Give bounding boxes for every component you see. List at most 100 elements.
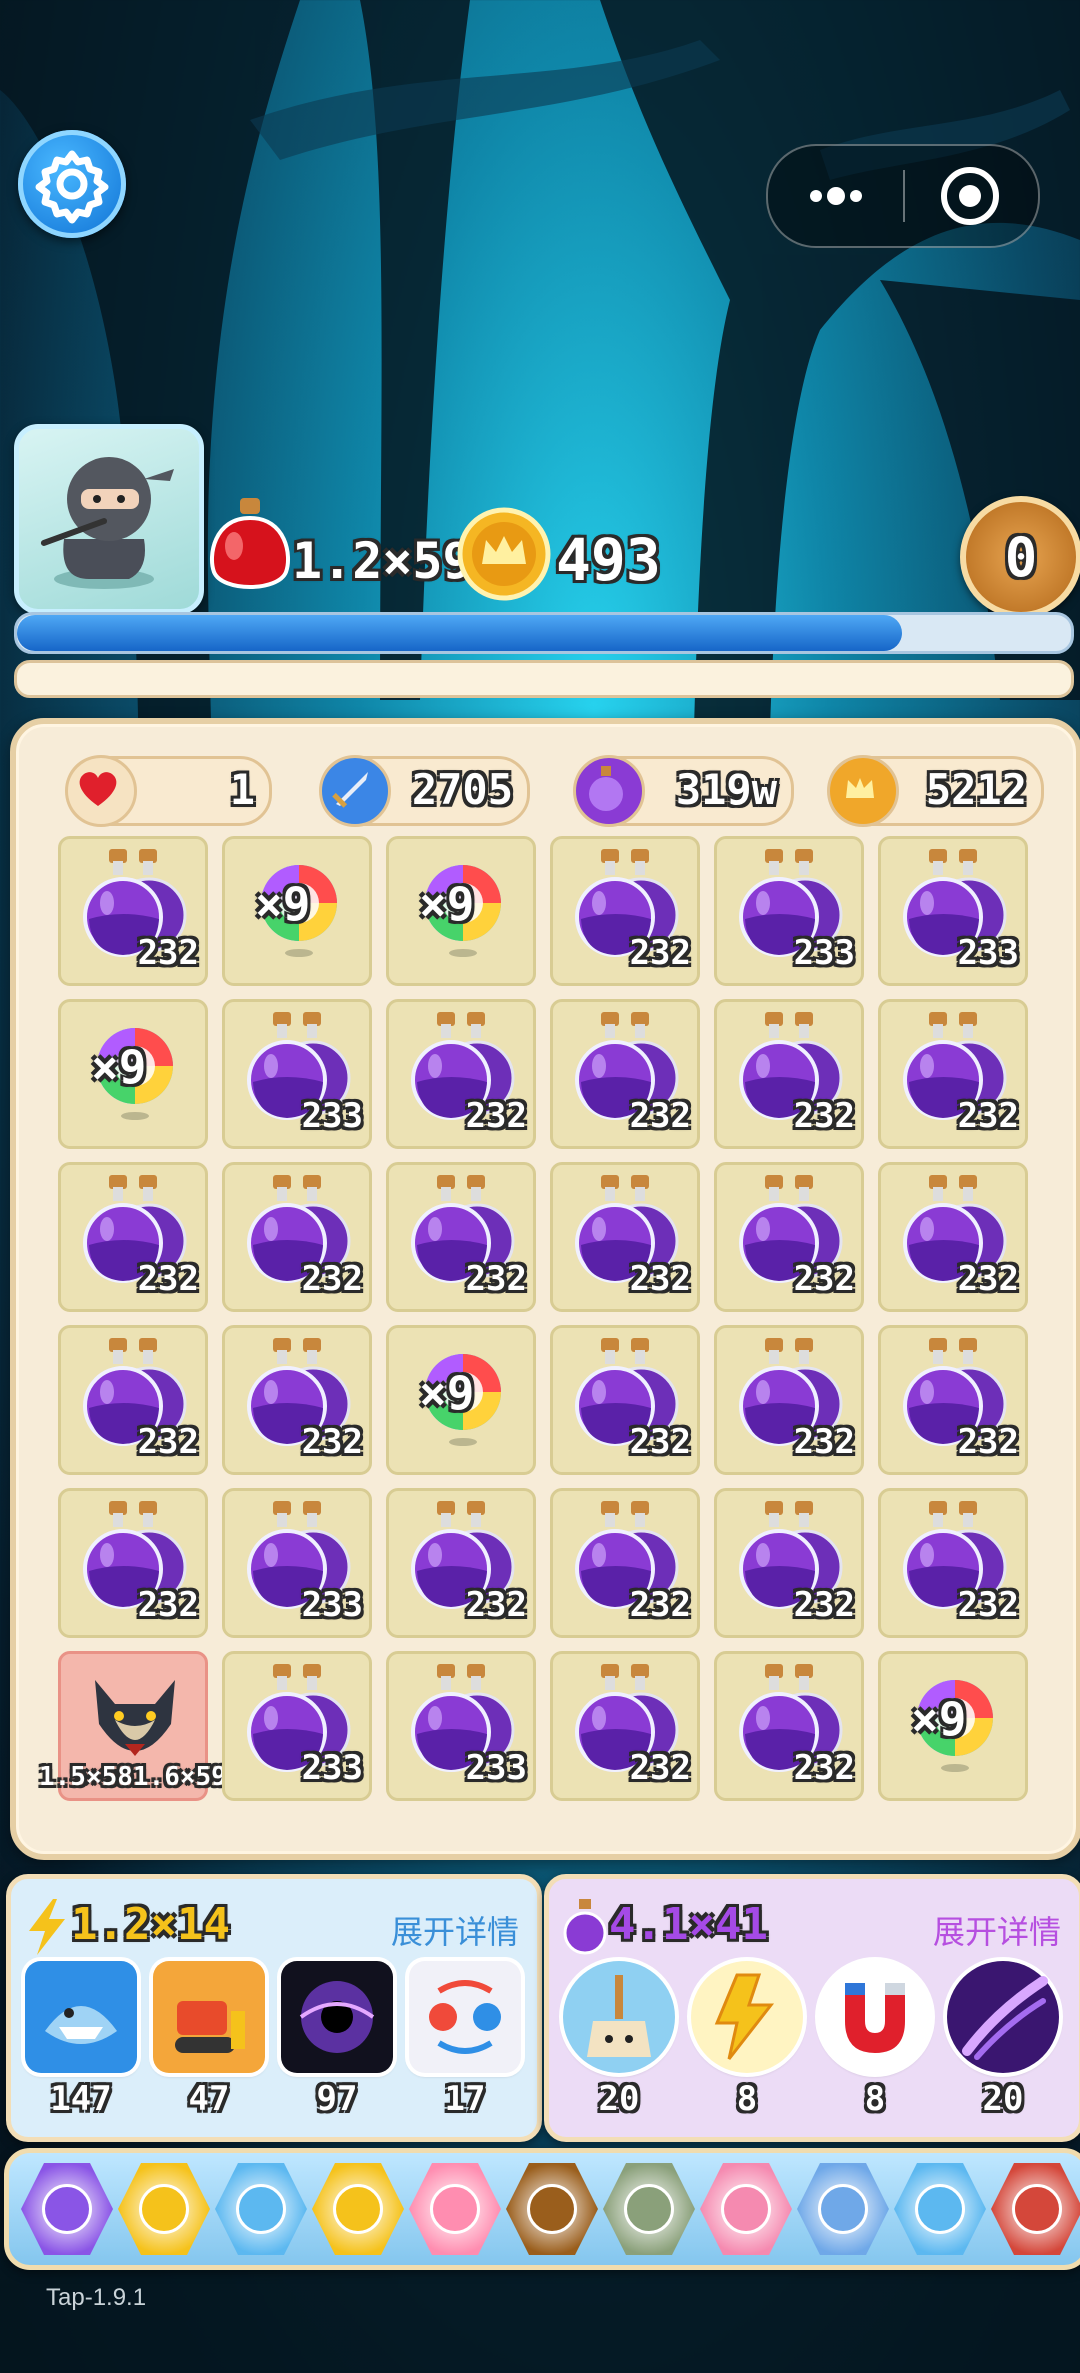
swap-skill-button[interactable] (409, 1961, 521, 2073)
multiplier-label: ×9 (419, 877, 475, 931)
potion-count: 233 (793, 933, 855, 973)
player-avatar[interactable] (14, 424, 204, 614)
skill-panel-right: 4.1×41 展开详情 20 8 8 20 (544, 1874, 1080, 2142)
gift-menu-button[interactable] (700, 2163, 792, 2255)
broom-skill-button[interactable] (563, 1961, 675, 2073)
atom-menu-button[interactable] (21, 2163, 113, 2255)
potion-cell[interactable]: 232 (878, 1325, 1028, 1475)
rainbow-cell[interactable]: ×9 (386, 1325, 536, 1475)
sword-icon (319, 755, 391, 827)
cross-menu-button[interactable] (506, 2163, 598, 2255)
exp-menu-button[interactable] (118, 2163, 210, 2255)
potion-cell[interactable]: 232 (58, 836, 208, 986)
rainbow-cell[interactable]: ×9 (386, 836, 536, 986)
potion-cell[interactable]: 232 (386, 1162, 536, 1312)
skill-count: 8 (864, 2079, 886, 2119)
potion-cell[interactable]: 232 (550, 836, 700, 986)
more-button[interactable] (804, 166, 868, 226)
small-potion-icon (561, 1897, 609, 1955)
cross-icon (527, 2184, 577, 2234)
swords-menu-button[interactable] (797, 2163, 889, 2255)
potion-count: 232 (629, 1096, 691, 1136)
potion-cell[interactable]: 232 (714, 999, 864, 1149)
energy-multiplier: 1.2×14 (71, 1899, 230, 1950)
potion-cell[interactable]: 232 (222, 1325, 372, 1475)
potion-count: 232 (301, 1259, 363, 1299)
warrior-menu-button[interactable] (991, 2163, 1080, 2255)
close-button[interactable] (938, 164, 1002, 228)
potion-cell[interactable]: 232 (714, 1162, 864, 1312)
potion-cell[interactable]: 232 (58, 1162, 208, 1312)
expand-details-left[interactable]: 展开详情 (391, 1907, 519, 1953)
potion-cell[interactable]: 232 (386, 999, 536, 1149)
bottom-menu (4, 2148, 1080, 2270)
potion-cell[interactable]: 233 (878, 836, 1028, 986)
hp-value: 1.2×59 (292, 532, 473, 590)
heart-icon (65, 755, 137, 827)
potion-count: 232 (629, 1422, 691, 1462)
potion-count: 232 (629, 1748, 691, 1788)
potion-cell[interactable]: 232 (58, 1325, 208, 1475)
golem-menu-button[interactable] (603, 2163, 695, 2255)
potion-count: 233 (301, 1748, 363, 1788)
potion-cell[interactable]: 233 (386, 1651, 536, 1801)
coin-menu-button[interactable] (312, 2163, 404, 2255)
potion-cell[interactable]: 232 (878, 1162, 1028, 1312)
rainbow-cell[interactable]: ×9 (58, 999, 208, 1149)
lightning-skill-button[interactable] (691, 1961, 803, 2073)
enemy-cell[interactable]: 1.5×581.6×59 (39, 1651, 227, 1801)
potion-cell[interactable]: 232 (386, 1488, 536, 1638)
potions-menu-button[interactable] (409, 2163, 501, 2255)
potion-cell[interactable]: 232 (714, 1488, 864, 1638)
potion-count: 232 (137, 1422, 199, 1462)
potion-count: 232 (137, 933, 199, 973)
potion-cell[interactable]: 233 (222, 1651, 372, 1801)
comet-icon (962, 1976, 1048, 2060)
potion-count: 232 (957, 1259, 1019, 1299)
potion-count: 233 (301, 1096, 363, 1136)
potion-cell[interactable]: 232 (878, 999, 1028, 1149)
refresh-menu-button[interactable] (215, 2163, 307, 2255)
potion-cell[interactable]: 232 (550, 1325, 700, 1475)
golem-icon (624, 2184, 674, 2234)
rainbow-cell[interactable]: ×9 (222, 836, 372, 986)
atom-icon (42, 2184, 92, 2234)
potion-cell[interactable]: 232 (714, 1651, 864, 1801)
black-hole-skill-button[interactable] (281, 1961, 393, 2073)
gear-icon (35, 150, 109, 224)
potion-count: 232 (957, 1585, 1019, 1625)
potion-cell[interactable]: 232 (222, 1162, 372, 1312)
potion-count: 232 (793, 1096, 855, 1136)
magnet-skill-button[interactable] (819, 1961, 931, 2073)
bulldozer-skill-button[interactable] (153, 1961, 265, 2073)
potion-cell[interactable]: 233 (714, 836, 864, 986)
mini-program-capsule (766, 144, 1040, 248)
potion-multiplier: 4.1×41 (609, 1899, 768, 1950)
potion-cell[interactable]: 233 (222, 1488, 372, 1638)
potion-cell[interactable]: 232 (58, 1488, 208, 1638)
comet-skill-button[interactable] (947, 1961, 1059, 2073)
skill-count: 97 (316, 2079, 358, 2119)
potion-cell[interactable]: 233 (222, 999, 372, 1149)
potion-cell[interactable]: 232 (550, 1651, 700, 1801)
potion-cell[interactable]: 232 (550, 1488, 700, 1638)
potion-count: 232 (629, 1259, 691, 1299)
sword-coin-icon (915, 2184, 965, 2234)
ninja-icon (40, 457, 174, 589)
potion-cell[interactable]: 232 (550, 999, 700, 1149)
sword-coin-menu-button[interactable] (894, 2163, 986, 2255)
broom-icon (587, 1975, 651, 2057)
potions-icon (430, 2184, 480, 2234)
expand-details-right[interactable]: 展开详情 (933, 1907, 1061, 1953)
lightning-icon (714, 1973, 775, 2060)
potion-cell[interactable]: 232 (550, 1162, 700, 1312)
settings-button[interactable] (18, 130, 126, 238)
shark-skill-button[interactable] (25, 1961, 137, 2073)
potion-cell[interactable]: 232 (714, 1325, 864, 1475)
rainbow-cell[interactable]: ×9 (878, 1651, 1028, 1801)
potion-count: 233 (465, 1748, 527, 1788)
lightning-bolt-icon (25, 1899, 69, 1955)
potion-cell[interactable]: 232 (878, 1488, 1028, 1638)
gold-coin-icon (456, 506, 552, 602)
skill-count: 20 (598, 2079, 640, 2119)
